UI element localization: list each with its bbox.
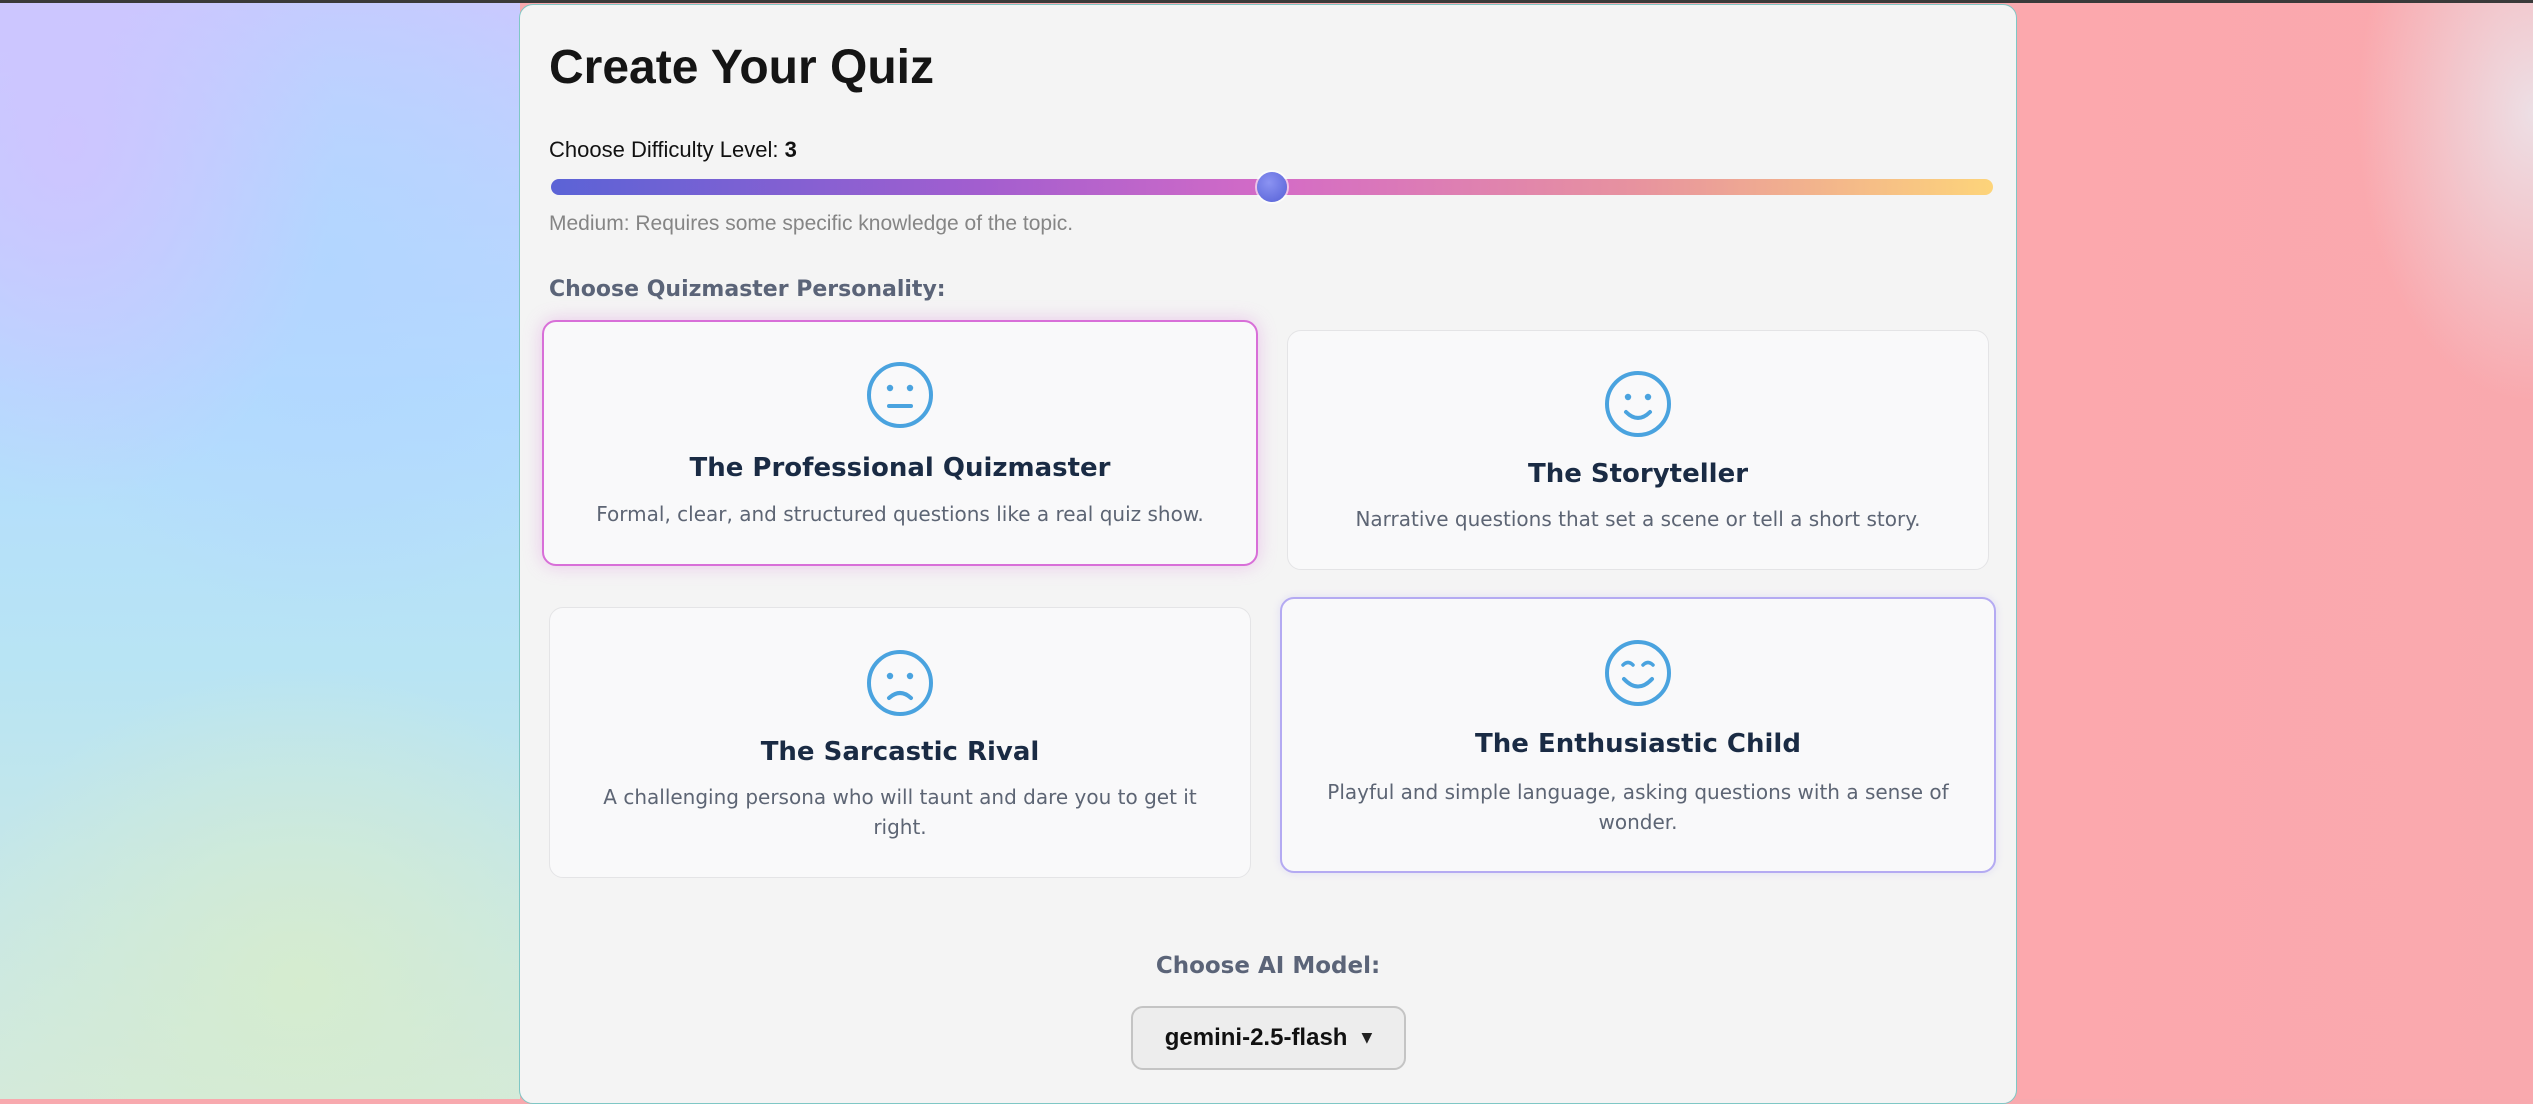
personality-card-storyteller[interactable]: The Storyteller Narrative questions that… xyxy=(1287,330,1989,570)
chevron-down-icon: ▼ xyxy=(1361,1030,1373,1046)
smile-face-icon xyxy=(1605,371,1671,437)
card-description: Formal, clear, and structured questions … xyxy=(596,502,1204,526)
model-selected-value: gemini-2.5-flash xyxy=(1164,1024,1348,1051)
card-title: The Sarcastic Rival xyxy=(760,737,1040,767)
personality-section-label: Choose Quizmaster Personality: xyxy=(549,277,946,302)
background-gradient-left xyxy=(0,3,520,1099)
model-section-label: Choose AI Model: xyxy=(1155,953,1381,979)
difficulty-description: Medium: Requires some specific knowledge… xyxy=(549,212,1074,235)
difficulty-slider-thumb[interactable] xyxy=(1257,172,1287,202)
background-gradient-right xyxy=(2020,3,2533,1099)
card-title: The Professional Quizmaster xyxy=(689,453,1111,483)
difficulty-value: 3 xyxy=(784,137,797,162)
neutral-face-icon xyxy=(867,362,933,428)
page-title: Create Your Quiz xyxy=(549,41,934,94)
model-select-dropdown[interactable]: gemini-2.5-flash ▼ xyxy=(1131,1006,1406,1070)
card-title: The Enthusiastic Child xyxy=(1475,729,1801,759)
frown-face-icon xyxy=(867,650,933,716)
difficulty-label: Choose Difficulty Level: 3 xyxy=(549,137,797,163)
card-title: The Storyteller xyxy=(1527,459,1749,489)
card-description: A challenging persona who will taunt and… xyxy=(603,785,1197,839)
happy-face-icon xyxy=(1605,640,1671,706)
card-description: Playful and simple language, asking ques… xyxy=(1327,780,1949,834)
personality-card-enthusiastic[interactable]: The Enthusiastic Child Playful and simpl… xyxy=(1280,597,1996,873)
difficulty-label-text: Choose Difficulty Level: xyxy=(549,137,779,162)
personality-card-professional[interactable]: The Professional Quizmaster Formal, clea… xyxy=(542,320,1258,566)
card-description: Narrative questions that set a scene or … xyxy=(1355,507,1921,531)
personality-card-sarcastic[interactable]: The Sarcastic Rival A challenging person… xyxy=(549,607,1251,878)
